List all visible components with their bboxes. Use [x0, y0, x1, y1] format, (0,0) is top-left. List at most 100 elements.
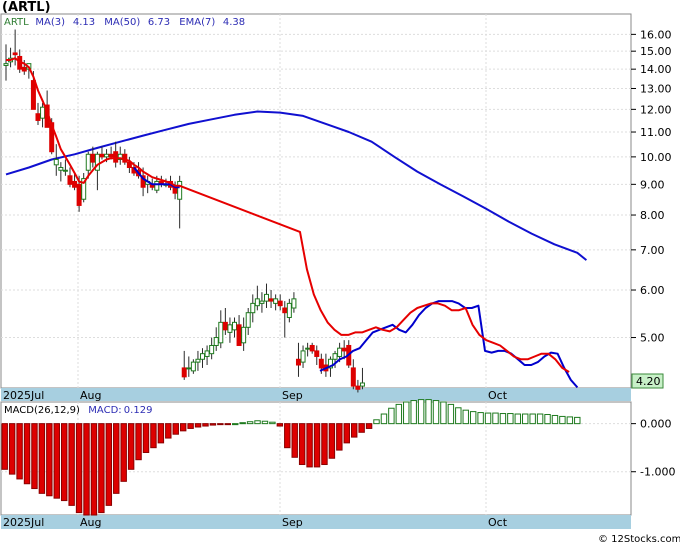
macd-bar [202, 423, 209, 427]
macd-bar [373, 419, 380, 425]
macd-bar [150, 423, 157, 449]
macd-bar [306, 423, 313, 468]
macd-bar [135, 423, 142, 461]
macd-bar [217, 423, 224, 426]
macd-bar [105, 423, 113, 506]
macd-bar [157, 423, 165, 444]
macd-bar [462, 409, 469, 425]
macd-bar [8, 423, 16, 475]
candle-body [186, 367, 192, 370]
candle-body [263, 293, 269, 302]
macd-bar [194, 423, 202, 428]
macd-bar [559, 415, 566, 425]
macd-bar [113, 423, 120, 494]
macd-bar [120, 423, 127, 482]
macd-bar [75, 423, 83, 514]
macd-bar [514, 413, 522, 425]
price-x-label: 2025Jul [3, 389, 44, 402]
macd-bar [522, 413, 529, 425]
macd-bar [365, 423, 373, 429]
price-tick-label: 6.00 [640, 284, 665, 297]
macd-bar [269, 421, 276, 425]
last-price-tag: 4.20 [636, 375, 661, 388]
macd-bar [536, 413, 544, 425]
macd-bar [417, 399, 425, 425]
macd-bar [492, 412, 499, 425]
price-tick-label: 5.00 [640, 332, 665, 345]
price-x-label: Aug [80, 389, 101, 402]
macd-legend: MACD(26,12,9) MACD: 0.129 [4, 405, 152, 416]
macd-bar [284, 423, 291, 449]
macd-bar [574, 416, 581, 425]
macd-bar [499, 413, 507, 425]
price-legend: ARTL MA(3) 4.13 MA(50) 6.73 EMA(7) 4.38 [4, 17, 245, 28]
macd-bar [425, 399, 432, 425]
candle-body [177, 180, 183, 200]
macd-bar [328, 423, 336, 459]
macd-bar [395, 403, 403, 425]
candle-body [195, 358, 201, 363]
macd-bar [477, 412, 484, 425]
candle-body [286, 302, 292, 318]
macd-bar [447, 403, 455, 425]
candle-body [30, 80, 36, 110]
price-tick-label: 9.00 [640, 178, 665, 191]
macd-bar [83, 423, 90, 516]
price-x-label: Oct [488, 389, 508, 402]
price-legend-item: 4.13 [73, 17, 95, 28]
price-legend-item: 4.38 [223, 17, 245, 28]
candle-body [3, 63, 9, 66]
candle-body [295, 358, 301, 366]
candle-body [282, 307, 288, 314]
macd-bar [239, 422, 246, 425]
price-legend-item: ARTL [4, 17, 29, 28]
candle-body [241, 326, 247, 344]
candle-body [85, 153, 91, 171]
candle-body [300, 350, 306, 363]
macd-bar [358, 423, 365, 433]
macd-bar [551, 414, 559, 425]
candle-body [314, 350, 320, 357]
candle-body [245, 312, 251, 328]
macd-bar [469, 411, 477, 425]
macd-tick-label: -1.000 [640, 466, 675, 479]
price-legend-item: MA(3) [35, 17, 65, 28]
candle-body [259, 300, 265, 304]
macd-bar [410, 400, 417, 425]
candle-body [350, 367, 356, 387]
price-panel-background [0, 13, 632, 389]
macd-bar [403, 401, 410, 425]
macd-legend-item: MACD: [88, 405, 121, 416]
macd-x-label: Oct [488, 516, 508, 529]
candle-body [90, 153, 96, 163]
candle-body [204, 350, 210, 357]
macd-bar [529, 413, 536, 425]
macd-bar [46, 423, 53, 497]
macd-bar [455, 407, 462, 425]
macd-bar [98, 423, 105, 514]
macd-bar [53, 423, 60, 499]
candle-body [218, 321, 224, 344]
candle-body [209, 344, 215, 355]
candle-body [337, 347, 343, 357]
candle-body [236, 324, 242, 346]
candle-body [227, 324, 233, 333]
price-x-label: Sep [282, 389, 303, 402]
macd-bar [38, 423, 46, 494]
candle-body [222, 321, 228, 331]
candle-body [200, 353, 206, 360]
candle-body [250, 302, 256, 314]
macd-bar [261, 420, 269, 425]
candle-body [254, 298, 260, 307]
chart-title: (ARTL) [2, 0, 51, 15]
candle-body [190, 361, 196, 372]
candle-body [273, 298, 279, 304]
macd-bar [343, 423, 350, 444]
macd-x-label: Aug [80, 516, 101, 529]
candle-body [277, 300, 283, 307]
macd-bar [313, 423, 321, 468]
price-tick-label: 14.00 [640, 63, 672, 76]
price-tick-label: 16.00 [640, 28, 672, 41]
macd-bar [90, 423, 98, 516]
candle-body [53, 158, 59, 166]
